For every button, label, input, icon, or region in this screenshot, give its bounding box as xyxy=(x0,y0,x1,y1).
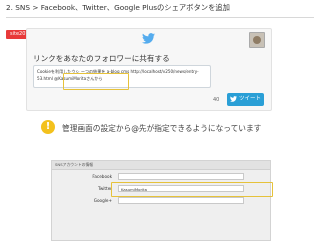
sns-settings-panel: SNSアカウントの情報 Facebook Twitter KasumiMorit… xyxy=(51,160,273,241)
twitter-label: Twitter xyxy=(97,186,112,191)
twitter-bird-icon xyxy=(142,33,155,44)
slide-title: 2. SNS > Facebook、Twitter、Google Plusのシェ… xyxy=(6,3,230,12)
tweet-button-label: ツイート xyxy=(238,96,261,102)
panel-title: SNSアカウントの情報 xyxy=(55,162,94,167)
exclamation-icon: ! xyxy=(41,120,55,134)
mention-highlight xyxy=(63,73,129,90)
facebook-input[interactable] xyxy=(118,173,244,180)
facebook-label: Facebook xyxy=(92,174,112,179)
share-heading: リンクをあなたのフォロワーに共有する xyxy=(33,54,170,63)
character-count: 40 xyxy=(213,97,220,103)
googleplus-input[interactable] xyxy=(118,197,244,204)
caption-text: 管理画面の設定から@先が指定できるようになっています xyxy=(62,124,262,133)
title-divider xyxy=(6,17,314,18)
tweet-button[interactable]: ツイート xyxy=(227,93,264,106)
twitter-bird-icon xyxy=(229,95,237,102)
twitter-share-dialog: リンクをあなたのフォロワーに共有する Cookieを利用したウシ ーつの結果を … xyxy=(26,28,272,111)
panel-header: SNSアカウントの情報 xyxy=(52,161,270,170)
twitter-row-highlight xyxy=(111,182,273,197)
googleplus-label: Google+ xyxy=(93,198,112,203)
avatar-photo xyxy=(253,36,261,44)
user-avatar xyxy=(249,32,265,48)
